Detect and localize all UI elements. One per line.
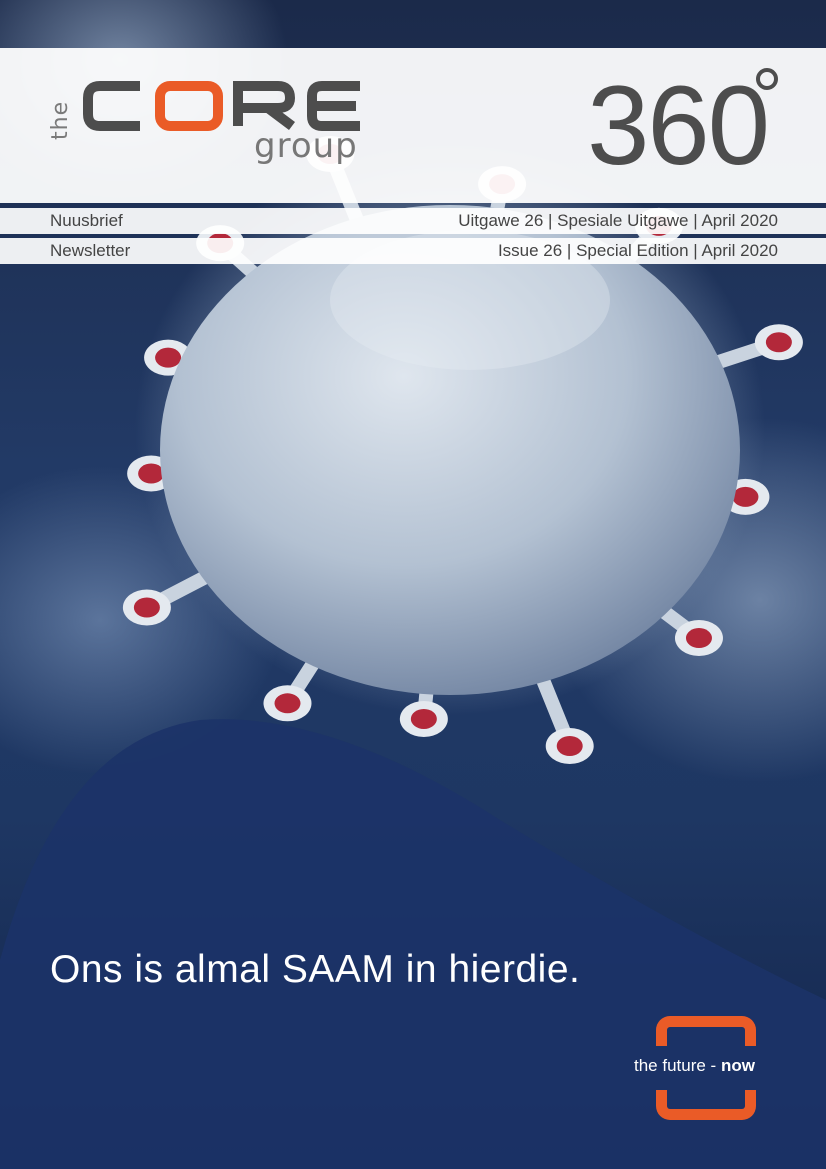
tagline-prefix: the future - xyxy=(634,1056,721,1075)
newsletter-cover: the group 360 Nuusbrief Uitgawe 26 | Spe… xyxy=(0,0,826,1169)
the-future-now-logo: the future - now xyxy=(632,1016,782,1120)
tagline-bold: now xyxy=(720,1056,755,1075)
tagline: the future - now xyxy=(634,1056,755,1076)
bracket-bottom-icon xyxy=(656,1090,756,1120)
cover-headline: Ons is almal SAAM in hierdie. xyxy=(50,948,581,991)
bottom-swoosh xyxy=(0,719,826,1169)
bracket-top-icon xyxy=(656,1016,756,1046)
